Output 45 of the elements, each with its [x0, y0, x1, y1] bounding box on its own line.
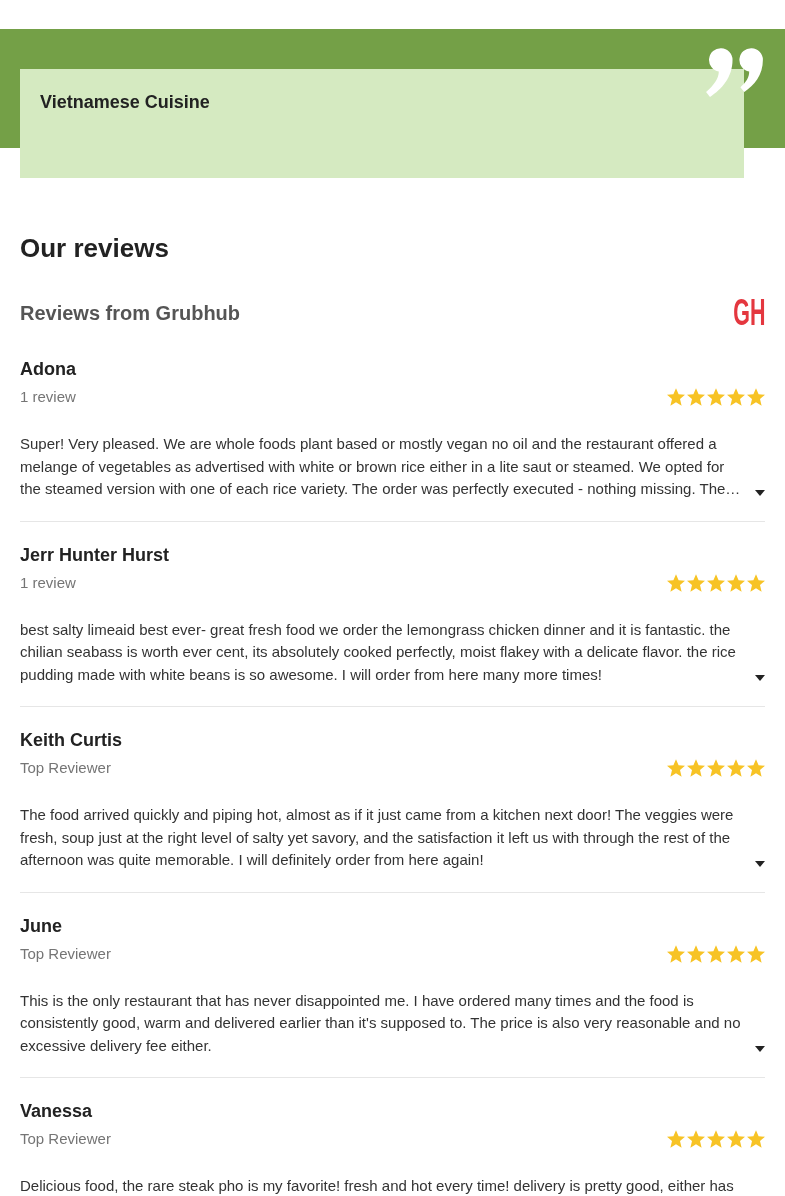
star-icon [687, 759, 705, 777]
star-icon [667, 573, 685, 592]
star-icon [707, 573, 725, 592]
star-icon [707, 388, 725, 406]
star-icon [667, 759, 685, 777]
star-icon [707, 759, 725, 777]
review-text: The food arrived quickly and piping hot, almost as if it just came from a kitchen next door! The veggies were fresh, soup just at the right level of salty yet savory, and the satisfaction it left us with through the rest of the afternoon was quite memorable. I will definitely order from here again! [20, 805, 735, 870]
star-icon [707, 944, 725, 963]
section-heading: Our reviews [20, 232, 169, 264]
star-icon [747, 573, 765, 592]
star-icon [687, 1130, 705, 1148]
star-icon [667, 1130, 685, 1148]
reviewer-name: Vanessa [20, 1101, 93, 1121]
star-icon [687, 573, 705, 592]
star-icon [747, 759, 765, 777]
reviewer-name: Adona [20, 359, 76, 379]
reviewer-subtitle: 1 review [20, 387, 76, 407]
star-icon [727, 1130, 745, 1148]
reviewer-subtitle: Top Reviewer [20, 943, 111, 964]
reviewer-name: June [20, 915, 62, 936]
review-text: best salty limeaid best ever- great fresh food we order the lemongrass chicken dinner and it is fantastic. the chilian seabass is worth ever cent, its absolutely cooked perfectly, moist flakey with a delicate flavor. the rice pudding made with white beans is so awesome. I will order from here many more times! [20, 619, 737, 685]
review-text: Delicious food, the rare steak pho is my favorite! fresh and hot every time! delivery is pretty good, either has [20, 1176, 735, 1196]
quote-icon [704, 48, 764, 97]
source-heading: Reviews from Grubhub [20, 301, 241, 326]
star-icon [687, 944, 705, 963]
star-icon [667, 388, 685, 406]
star-icon [727, 388, 745, 406]
star-icon [727, 573, 745, 592]
star-icon [667, 944, 685, 963]
star-icon [707, 1130, 725, 1148]
cuisine-title: Vietnamese Cuisine [40, 91, 210, 113]
reviewer-name: Jerr Hunter Hurst [20, 544, 170, 565]
star-icon [747, 388, 765, 406]
star-icon [727, 944, 745, 963]
star-icon [727, 759, 745, 777]
star-icon [687, 388, 705, 406]
reviewer-subtitle: Top Reviewer [20, 758, 111, 778]
star-icon [747, 944, 765, 963]
reviewer-subtitle: Top Reviewer [20, 1129, 111, 1149]
review-text: Super! Very pleased. We are whole foods plant based or mostly vegan no oil and the restaurant offered a melange of vegetables as advertised with white or brown rice either in a lite saut or steamed. We opted for the steamed version with one of each rice variety. The order was perfectly executed - nothing missing. The… [20, 434, 742, 499]
reviewer-name: Keith Curtis [20, 730, 122, 750]
review-text: This is the only restaurant that has never disappointed me. I have ordered many times and the food is consistently good, warm and delivered earlier than it's supposed to. The price is also very reasonable and no excessive delivery fee either. [20, 990, 742, 1056]
star-icon [747, 1130, 765, 1148]
logo: GH [732, 299, 765, 327]
reviewer-subtitle: 1 review [20, 572, 76, 593]
